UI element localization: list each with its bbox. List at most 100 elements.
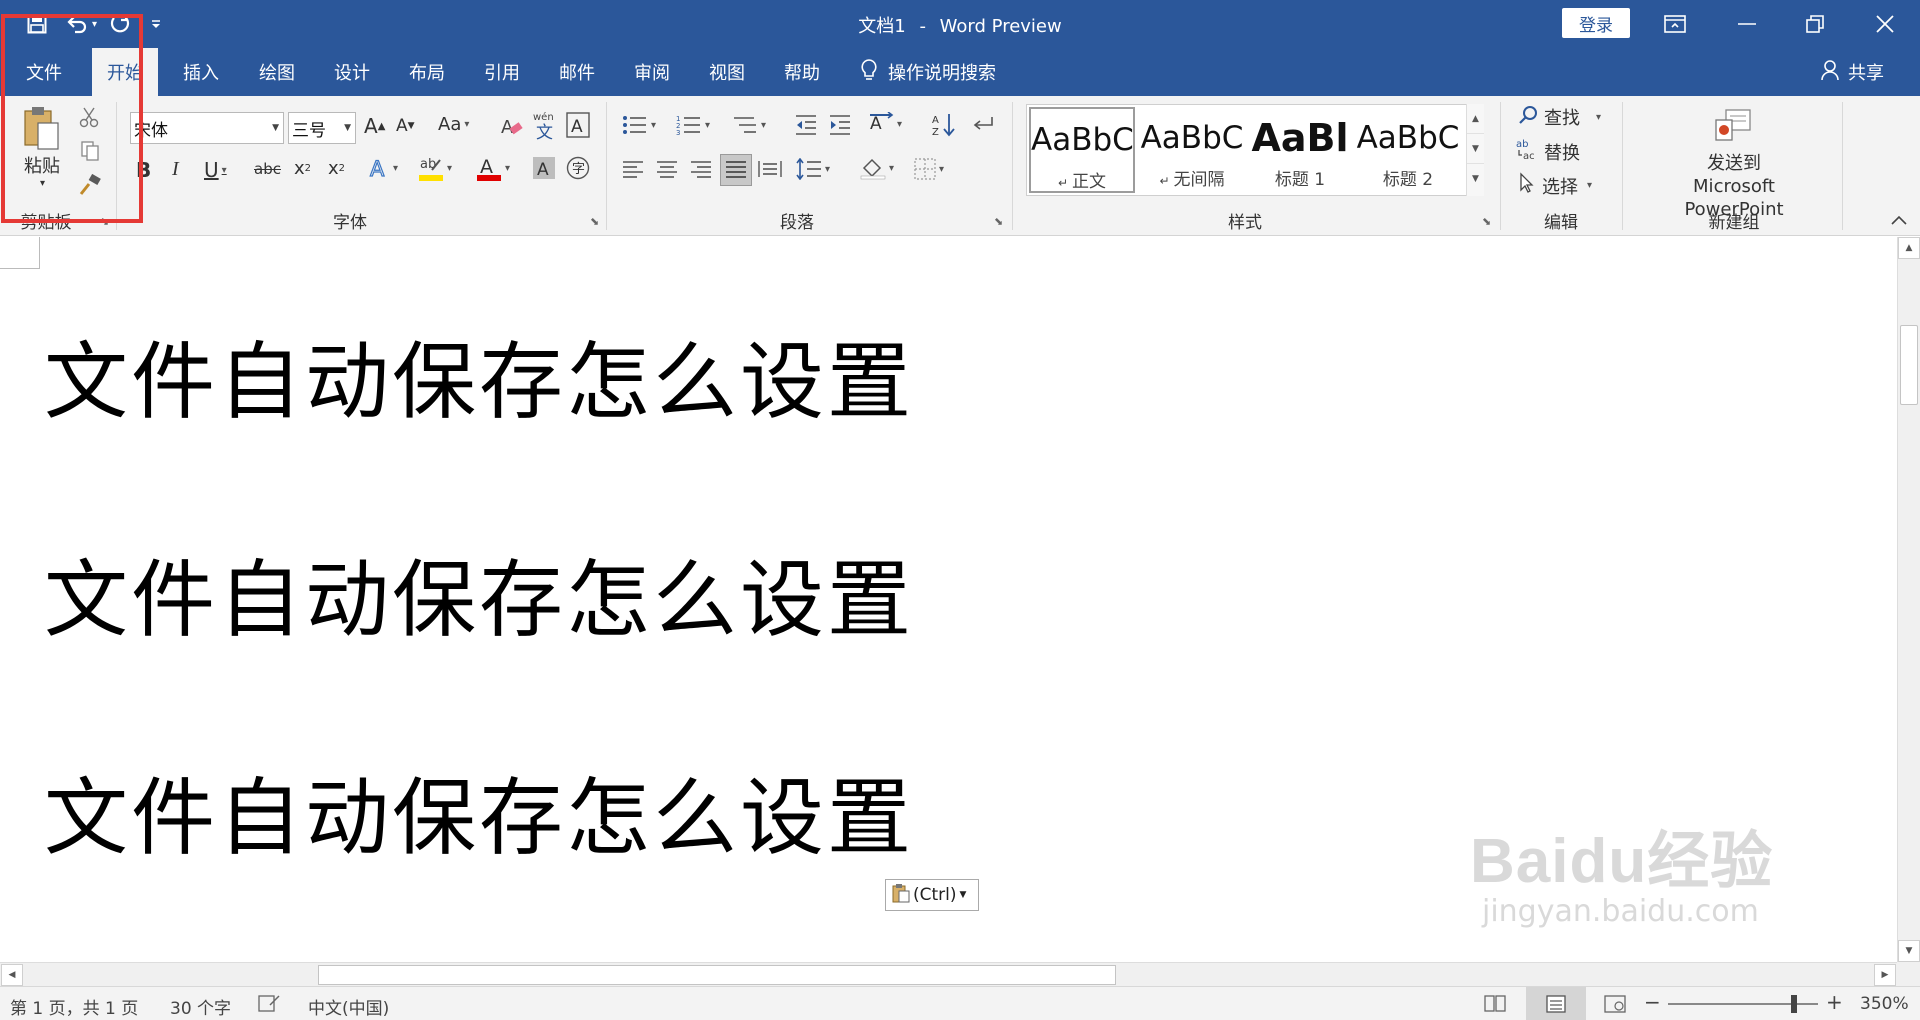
tab-insert[interactable]: 插入	[168, 48, 234, 96]
justify-icon[interactable]	[720, 154, 752, 186]
line-spacing-icon[interactable]: ▾	[796, 158, 830, 180]
style-normal[interactable]: AaBbC ↵ 正文	[1029, 107, 1135, 193]
minimize-icon[interactable]	[1712, 0, 1782, 48]
format-painter-icon[interactable]	[78, 174, 102, 196]
superscript-icon[interactable]: x2	[328, 158, 345, 179]
underline-icon[interactable]: U ▾	[204, 158, 227, 182]
character-shading-icon[interactable]: A	[532, 156, 556, 180]
paste-icon[interactable]	[22, 106, 68, 150]
subscript-icon[interactable]: x2	[294, 158, 311, 179]
scroll-right-icon[interactable]: ▶	[1874, 964, 1896, 986]
align-center-icon[interactable]	[656, 160, 678, 180]
clear-formatting-icon[interactable]: A	[500, 114, 524, 138]
styles-more-icon[interactable]: ▼	[1467, 164, 1484, 194]
style-no-spacing[interactable]: AaBbC ↵ 无间隔	[1139, 107, 1245, 193]
tab-references[interactable]: 引用	[469, 48, 535, 96]
font-size-combo[interactable]: 三号 ▼	[288, 112, 356, 144]
style-heading-1[interactable]: AaBl 标题 1	[1247, 107, 1353, 193]
increase-indent-icon[interactable]	[828, 114, 852, 136]
align-right-icon[interactable]	[690, 160, 712, 180]
paste-options-button[interactable]: (Ctrl) ▼	[885, 879, 979, 911]
font-name-combo[interactable]: 宋体 ▼	[130, 112, 284, 144]
paste-dropdown-icon[interactable]: ▾	[40, 178, 45, 189]
font-size-dropdown-icon[interactable]: ▼	[344, 123, 351, 133]
paste-button[interactable]: 粘贴	[24, 152, 60, 178]
distributed-align-icon[interactable]	[758, 158, 782, 180]
scroll-down-icon[interactable]: ▼	[1898, 940, 1920, 962]
ribbon-display-options-icon[interactable]	[1640, 0, 1710, 48]
document-paragraph[interactable]: 文件自动保存怎么设置	[44, 315, 914, 436]
page-info[interactable]: 第 1 页，共 1 页	[10, 994, 138, 1019]
text-effects-icon[interactable]: A ▾	[368, 156, 398, 180]
styles-launcher-icon[interactable]: ⬊	[1482, 215, 1491, 228]
scroll-up-icon[interactable]: ▲	[1898, 237, 1920, 259]
close-icon[interactable]	[1850, 0, 1920, 48]
copy-icon[interactable]	[80, 140, 100, 162]
highlight-color-icon[interactable]: ab ▾	[418, 154, 452, 182]
font-launcher-icon[interactable]: ⬊	[590, 215, 599, 228]
tab-file[interactable]: 文件	[8, 48, 80, 96]
zoom-level[interactable]: 350%	[1860, 994, 1909, 1014]
tab-home[interactable]: 开始	[92, 48, 158, 96]
italic-icon[interactable]: I	[172, 158, 179, 181]
tab-draw[interactable]: 绘图	[244, 48, 310, 96]
tab-view[interactable]: 视图	[694, 48, 760, 96]
tell-me-search[interactable]: 操作说明搜索	[860, 48, 996, 96]
vertical-scrollbar[interactable]: ▲ ▼	[1897, 237, 1920, 962]
zoom-out-icon[interactable]: −	[1644, 990, 1661, 1014]
word-count[interactable]: 30 个字	[170, 994, 231, 1019]
styles-scroll-down-icon[interactable]: ▼	[1467, 134, 1484, 164]
tab-design[interactable]: 设计	[319, 48, 385, 96]
web-layout-icon[interactable]	[1604, 995, 1626, 1018]
document-canvas[interactable]: 文件自动保存怎么设置 文件自动保存怎么设置 文件自动保存怎么设置 (Ctrl) …	[0, 237, 1897, 962]
language[interactable]: 中文(中国)	[308, 994, 389, 1019]
print-layout-icon[interactable]	[1526, 987, 1586, 1020]
send-to-powerpoint-icon[interactable]	[1712, 108, 1752, 144]
style-heading-2[interactable]: AaBbC 标题 2	[1355, 107, 1461, 193]
tab-layout[interactable]: 布局	[394, 48, 460, 96]
align-left-icon[interactable]	[622, 160, 644, 180]
horizontal-scroll-thumb[interactable]	[318, 965, 1116, 985]
share-button[interactable]: 共享	[1820, 48, 1884, 96]
zoom-slider-thumb[interactable]	[1791, 995, 1797, 1013]
chinese-layout-icon[interactable]: A ▾	[868, 112, 902, 136]
cut-icon[interactable]	[78, 106, 100, 128]
collapse-ribbon-icon[interactable]	[1890, 214, 1908, 230]
document-paragraph[interactable]: 文件自动保存怎么设置	[44, 751, 914, 872]
change-case-button[interactable]: Aa ▾	[438, 114, 469, 135]
zoom-in-icon[interactable]: +	[1826, 990, 1843, 1014]
shading-icon[interactable]: ▾	[860, 156, 894, 180]
replace-button[interactable]: ab ac 替换	[1516, 138, 1580, 165]
paragraph-launcher-icon[interactable]: ⬊	[994, 215, 1003, 228]
font-name-dropdown-icon[interactable]: ▼	[272, 123, 279, 133]
borders-icon[interactable]: ▾	[914, 158, 944, 180]
bold-icon[interactable]: B	[136, 158, 151, 182]
tab-review[interactable]: 审阅	[619, 48, 685, 96]
decrease-indent-icon[interactable]	[794, 114, 818, 136]
strikethrough-icon[interactable]: abc	[254, 160, 281, 178]
phonetic-guide-icon[interactable]: wén 文	[532, 110, 558, 140]
horizontal-scrollbar[interactable]: ◀ ▶	[0, 962, 1897, 986]
login-button[interactable]: 登录	[1562, 8, 1630, 38]
enclose-characters-icon[interactable]: 字	[566, 156, 590, 180]
proofing-icon[interactable]	[258, 995, 280, 1018]
multilevel-list-icon[interactable]: ▾	[732, 114, 766, 136]
tab-mailings[interactable]: 邮件	[544, 48, 610, 96]
vertical-scroll-thumb[interactable]	[1900, 325, 1918, 405]
shrink-font-icon[interactable]: A ▼	[396, 116, 415, 136]
character-border-icon[interactable]: A	[566, 112, 590, 138]
document-paragraph[interactable]: 文件自动保存怎么设置	[44, 533, 914, 654]
font-color-icon[interactable]: A ▾	[476, 154, 510, 182]
restore-icon[interactable]	[1780, 0, 1850, 48]
sort-icon[interactable]: AZ	[932, 112, 956, 138]
select-button[interactable]: 选择 ▾	[1518, 172, 1592, 199]
bullets-icon[interactable]: ▾	[622, 114, 656, 136]
numbering-icon[interactable]: 1 2 3 ▾	[676, 114, 710, 136]
styles-scroll-up-icon[interactable]: ▲	[1467, 104, 1484, 134]
scroll-left-icon[interactable]: ◀	[1, 964, 23, 986]
clipboard-launcher-icon[interactable]: ⬊	[100, 215, 109, 228]
show-formatting-marks-icon[interactable]	[970, 114, 994, 136]
find-button[interactable]: 查找 ▾	[1518, 104, 1601, 130]
grow-font-icon[interactable]: A ▲	[364, 114, 385, 138]
tab-help[interactable]: 帮助	[769, 48, 835, 96]
